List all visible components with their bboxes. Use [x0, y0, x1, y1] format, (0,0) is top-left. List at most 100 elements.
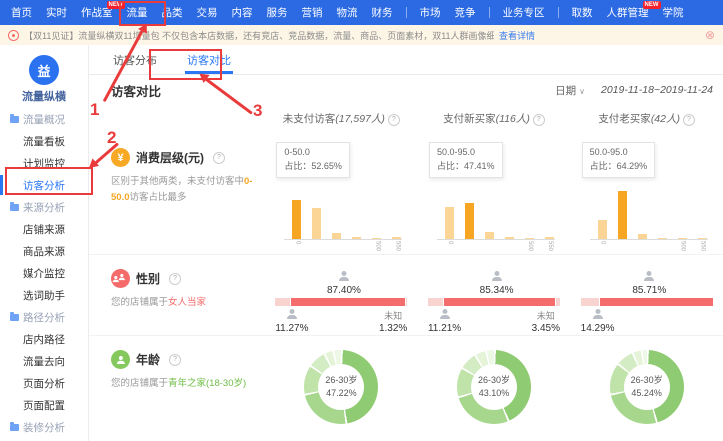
- donut-center-label: 26-30岁47.22%: [318, 364, 364, 410]
- axis-tick: [505, 241, 514, 254]
- bar: [465, 203, 474, 239]
- help-icon[interactable]: ?: [169, 273, 181, 285]
- sidebar-item-页面配置[interactable]: 页面配置: [0, 394, 88, 416]
- help-icon[interactable]: ?: [388, 114, 400, 126]
- bar-series: [445, 203, 554, 239]
- consume-chart-unpaid[interactable]: 0-50.0占比：52.65% 0500550: [266, 134, 416, 254]
- folder-icon: [10, 314, 19, 321]
- axis-tick: [638, 241, 647, 254]
- sidebar-item-装修分析[interactable]: 装修分析: [0, 416, 88, 438]
- app-brand: 流量纵横: [0, 88, 88, 104]
- notice-detail-link[interactable]: 查看详情: [499, 29, 535, 42]
- gender-bar-segment: [291, 298, 405, 306]
- bar: [618, 191, 627, 239]
- sidebar-item-店铺来源[interactable]: 店铺来源: [0, 218, 88, 240]
- x-axis: [437, 239, 555, 240]
- bar: [545, 237, 554, 239]
- female-icon: [644, 271, 655, 281]
- page-title: 访客对比: [111, 81, 161, 100]
- sidebar-item-路径分析[interactable]: 路径分析: [0, 306, 88, 328]
- axis-tick: 0: [292, 241, 301, 254]
- row-gender: 性别 ? 您的店铺属于女人当家 87.40% 11.27% 未知1.32% 85…: [89, 254, 723, 335]
- panel-header: 访客对比 日期∨ 2019-11-18~2019-11-24: [89, 75, 723, 105]
- x-axis-ticks: 0500550: [292, 241, 401, 254]
- notice-bar: 【双11见证】流量纵横双11增量包 不仅包含本店数据，还有竞店、竞品数据，流量、…: [0, 25, 723, 45]
- sidebar-item-商品来源[interactable]: 商品来源: [0, 240, 88, 262]
- column-header-unpaid: 未支付访客(17,597人)?: [265, 105, 418, 134]
- gender-bar-segment: [444, 298, 555, 306]
- notice-text: 【双11见证】流量纵横双11增量包 不仅包含本店数据，还有竞店、竞品数据，流量、…: [24, 29, 494, 42]
- tab-visitor-distribution[interactable]: 访客分布: [111, 48, 159, 74]
- help-icon[interactable]: ?: [533, 114, 545, 126]
- age-donut-old-buyers[interactable]: 26-30岁45.24%: [610, 350, 684, 424]
- help-icon[interactable]: ?: [683, 114, 695, 126]
- nav-divider: [489, 7, 490, 18]
- nav-item-作战室[interactable]: 作战室NEW: [74, 5, 120, 20]
- sidebar-item-选词助手[interactable]: 选词助手: [0, 284, 88, 306]
- nav-item-服务[interactable]: 服务: [260, 5, 295, 20]
- close-icon[interactable]: ⊗: [705, 29, 715, 41]
- bar: [525, 238, 534, 240]
- nav-item-营销[interactable]: 营销: [295, 5, 330, 20]
- sidebar-item-来源分析[interactable]: 来源分析: [0, 196, 88, 218]
- bar: [505, 237, 514, 239]
- nav-item-人群管理[interactable]: 人群管理NEW: [600, 5, 656, 20]
- help-icon[interactable]: ?: [169, 354, 181, 366]
- date-dropdown[interactable]: 日期∨: [555, 83, 585, 98]
- sidebar-item-流量看板[interactable]: 流量看板: [0, 130, 88, 152]
- currency-icon: ¥: [111, 148, 130, 167]
- female-percent: 85.34%: [467, 285, 527, 296]
- nav-item-实时[interactable]: 实时: [39, 5, 74, 20]
- nav-item-品类[interactable]: 品类: [155, 5, 190, 20]
- sidebar-item-label: 商品来源: [23, 244, 65, 259]
- nav-item-财务[interactable]: 财务: [365, 5, 400, 20]
- bar: [485, 232, 494, 239]
- sidebar-item-计划监控[interactable]: 计划监控: [0, 152, 88, 174]
- row-consume-level: ¥ 消费层级(元) ? 区别于其他两类，未支付访客中0-50.0访客占比最多 0…: [89, 134, 723, 254]
- male-percent: 11.27%: [275, 323, 308, 334]
- consume-chart-new-buyers[interactable]: 50.0-95.0占比：47.41% 0500550: [419, 134, 569, 254]
- nav-item-市场[interactable]: 市场: [413, 5, 448, 20]
- axis-tick: 0: [445, 241, 454, 254]
- axis-tick: 500: [372, 241, 381, 254]
- nav-item-流量[interactable]: 流量: [120, 5, 155, 20]
- gender-label: 性别 ? 您的店铺属于女人当家: [89, 255, 265, 335]
- nav-item-业务专区[interactable]: 业务专区: [496, 5, 552, 20]
- nav-item-内容[interactable]: 内容: [225, 5, 260, 20]
- top-navbar: 首页实时作战室NEW流量品类交易内容服务营销物流财务市场竞争业务专区取数人群管理…: [0, 0, 723, 25]
- help-icon[interactable]: ?: [213, 152, 225, 164]
- gender-chart-unpaid[interactable]: 87.40% 11.27% 未知1.32%: [275, 271, 407, 335]
- nav-item-物流[interactable]: 物流: [330, 5, 365, 20]
- gender-bar: [581, 298, 713, 306]
- sidebar-item-流量去向[interactable]: 流量去向: [0, 350, 88, 372]
- nav-divider: [406, 7, 407, 18]
- chart-tooltip: 0-50.0占比：52.65%: [276, 142, 350, 178]
- gender-chart-new-buyers[interactable]: 85.34% 11.21% 未知3.45%: [428, 271, 560, 335]
- male-icon: [286, 309, 297, 319]
- sidebar-menu: 流量概况流量看板计划监控访客分析来源分析店铺来源商品来源媒介监控选词助手路径分析…: [0, 108, 88, 438]
- bar: [332, 233, 341, 239]
- sidebar-item-媒介监控[interactable]: 媒介监控: [0, 262, 88, 284]
- bar: [445, 207, 454, 239]
- sidebar-item-流量概况[interactable]: 流量概况: [0, 108, 88, 130]
- tab-visitor-compare[interactable]: 访客对比: [185, 48, 233, 74]
- sidebar-item-页面分析[interactable]: 页面分析: [0, 372, 88, 394]
- folder-icon: [10, 204, 19, 211]
- age-donut-unpaid[interactable]: 26-30岁47.22%: [304, 350, 378, 424]
- sidebar-item-label: 路径分析: [23, 310, 65, 325]
- sidebar-item-店内路径[interactable]: 店内路径: [0, 328, 88, 350]
- consume-title: 消费层级(元): [136, 149, 204, 166]
- nav-item-竞争[interactable]: 竞争: [448, 5, 483, 20]
- bar: [658, 238, 667, 240]
- age-donut-new-buyers[interactable]: 26-30岁43.10%: [457, 350, 531, 424]
- axis-tick: 550: [545, 241, 554, 254]
- nav-item-交易[interactable]: 交易: [190, 5, 225, 20]
- nav-item-学院[interactable]: 学院: [656, 5, 691, 20]
- sidebar-item-访客分析[interactable]: 访客分析: [0, 174, 88, 196]
- gender-chart-old-buyers[interactable]: 85.71% 14.29%: [581, 271, 713, 335]
- nav-item-首页[interactable]: 首页: [4, 5, 39, 20]
- consume-chart-old-buyers[interactable]: 50.0-95.0占比：64.29% 0500550: [572, 134, 722, 254]
- nav-item-取数[interactable]: 取数: [565, 5, 600, 20]
- date-range[interactable]: 2019-11-18~2019-11-24: [601, 84, 713, 96]
- sidebar-item-label: 页面分析: [23, 376, 65, 391]
